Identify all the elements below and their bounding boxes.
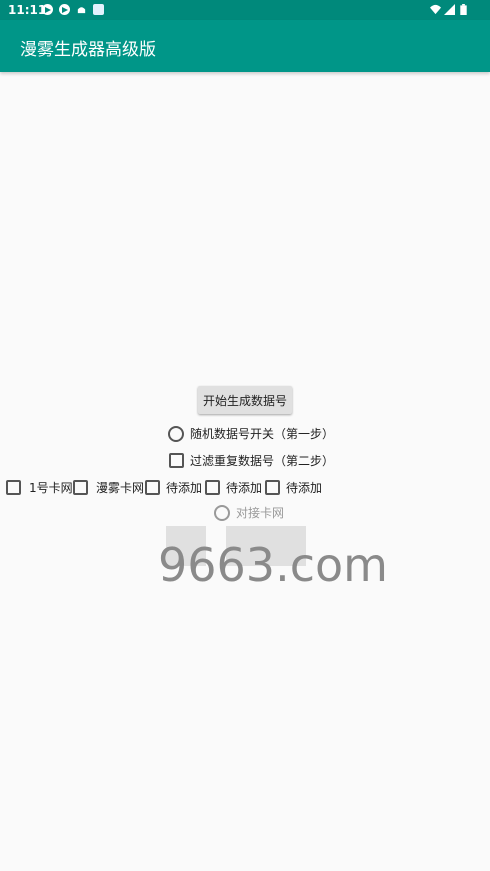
filter-duplicates-label: 过滤重复数据号（第二步） — [190, 454, 335, 468]
app-bar: 漫雾生成器高级版 — [0, 20, 490, 72]
source-2-checkbox[interactable] — [73, 480, 88, 495]
source-5-row[interactable]: 待添加 — [265, 479, 322, 496]
wifi-icon — [430, 4, 441, 15]
random-toggle-radio[interactable] — [168, 425, 184, 442]
telegram-icon — [42, 4, 53, 15]
generate-button[interactable]: 开始生成数据号 — [198, 386, 292, 414]
android-icon — [77, 7, 86, 14]
status-bar: 11:11 — [0, 0, 490, 20]
connect-radio[interactable] — [214, 504, 230, 521]
source-5-label: 待添加 — [286, 481, 323, 495]
watermark: 9663.com — [158, 538, 388, 592]
random-toggle-row[interactable]: 随机数据号开关（第一步） — [168, 425, 334, 442]
connect-row[interactable]: 对接卡网 — [214, 504, 284, 521]
random-toggle-label: 随机数据号开关（第一步） — [190, 427, 335, 441]
app-title: 漫雾生成器高级版 — [20, 40, 156, 60]
source-1-label: 1号卡网 — [29, 481, 73, 495]
clock: 11:11 — [8, 3, 47, 17]
connect-label: 对接卡网 — [236, 506, 285, 520]
signal-icon — [444, 4, 455, 15]
filter-duplicates-row[interactable]: 过滤重复数据号（第二步） — [169, 452, 334, 469]
battery-icon — [460, 4, 467, 15]
source-4-label: 待添加 — [226, 481, 263, 495]
source-4-row[interactable]: 待添加 — [205, 479, 262, 496]
source-1-row[interactable]: 1号卡网 — [6, 479, 73, 496]
telegram-icon — [59, 4, 70, 15]
source-3-row[interactable]: 待添加 — [145, 479, 202, 496]
source-2-label: 漫雾卡网 — [96, 481, 145, 495]
source-2-row[interactable]: 漫雾卡网 — [73, 479, 144, 496]
source-3-label: 待添加 — [166, 481, 203, 495]
source-5-checkbox[interactable] — [265, 480, 280, 495]
source-4-checkbox[interactable] — [205, 480, 220, 495]
source-3-checkbox[interactable] — [145, 480, 160, 495]
source-1-checkbox[interactable] — [6, 480, 21, 495]
translate-icon — [93, 4, 104, 15]
filter-duplicates-checkbox[interactable] — [169, 453, 184, 468]
